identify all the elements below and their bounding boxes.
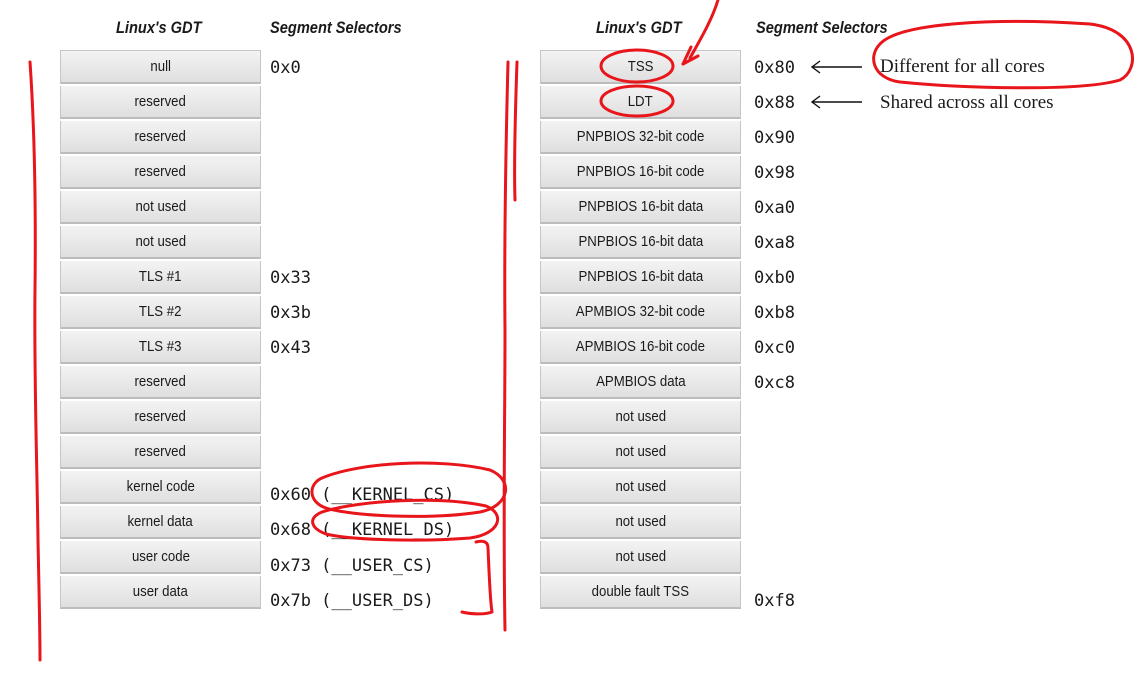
gdt-entry: TLS #2 <box>60 296 261 329</box>
gdt-entry: APMBIOS data <box>540 366 741 399</box>
ldt-note: Shared across all cores <box>880 92 1054 113</box>
gdt-entry: not used <box>540 506 741 539</box>
gdt-entry: reserved <box>60 436 261 469</box>
left-selector: 0x60 (__KERNEL_CS) <box>270 484 455 505</box>
right-gdt-table: TSS LDT PNPBIOS 32-bit code PNPBIOS 16-b… <box>540 50 741 611</box>
gdt-entry: reserved <box>60 86 261 119</box>
right-selector: 0x98 <box>754 162 795 183</box>
right-selector: 0xb8 <box>754 302 795 323</box>
left-selector: 0x73 (__USER_CS) <box>270 555 434 576</box>
gdt-entry: not used <box>60 191 261 224</box>
right-gdt-header: Linux's GDT <box>596 18 682 37</box>
left-selector: 0x3b <box>270 302 311 323</box>
gdt-entry: TSS <box>540 51 741 84</box>
left-selector: 0x68 (__KERNEL_DS) <box>270 519 455 540</box>
left-selector: 0x7b (__USER_DS) <box>270 590 434 611</box>
gdt-entry: PNPBIOS 16-bit code <box>540 156 741 189</box>
gdt-entry: user data <box>60 576 261 609</box>
gdt-entry: LDT <box>540 86 741 119</box>
gdt-entry: PNPBIOS 32-bit code <box>540 121 741 154</box>
right-selector: 0xa0 <box>754 197 795 218</box>
gdt-entry: not used <box>60 226 261 259</box>
left-gdt-header: Linux's GDT <box>116 18 202 37</box>
gdt-entry: user code <box>60 541 261 574</box>
right-bracket-line <box>513 60 519 202</box>
right-selector: 0xc0 <box>754 337 795 358</box>
left-gdt-table: null reserved reserved reserved not used… <box>60 50 261 611</box>
gdt-entry: kernel data <box>60 506 261 539</box>
gdt-entry: not used <box>540 471 741 504</box>
gdt-entry: not used <box>540 436 741 469</box>
gdt-entry: reserved <box>60 401 261 434</box>
middle-bracket-line <box>502 60 510 632</box>
gdt-entry: reserved <box>60 156 261 189</box>
gdt-entry: TLS #1 <box>60 261 261 294</box>
gdt-entry: APMBIOS 16-bit code <box>540 331 741 364</box>
gdt-entry: null <box>60 51 261 84</box>
right-selector: 0x80 <box>754 57 795 78</box>
left-selector: 0x43 <box>270 337 311 358</box>
user-segments-bracket <box>460 539 494 616</box>
left-selector: 0x33 <box>270 267 311 288</box>
gdt-entry: TLS #3 <box>60 331 261 364</box>
left-selector: 0x0 <box>270 57 301 78</box>
tss-note: Different for all cores <box>880 56 1045 77</box>
right-selector: 0xf8 <box>754 590 795 611</box>
gdt-entry: PNPBIOS 16-bit data <box>540 191 741 224</box>
right-selector: 0x88 <box>754 92 795 113</box>
gdt-entry: kernel code <box>60 471 261 504</box>
right-selectors-header: Segment Selectors <box>756 18 888 37</box>
gdt-entry: reserved <box>60 121 261 154</box>
gdt-entry: double fault TSS <box>540 576 741 609</box>
left-bracket-line <box>28 60 42 662</box>
gdt-entry: not used <box>540 401 741 434</box>
gdt-entry: reserved <box>60 366 261 399</box>
left-selectors-header: Segment Selectors <box>270 18 402 37</box>
right-selector: 0xc8 <box>754 372 795 393</box>
gdt-entry: not used <box>540 541 741 574</box>
gdt-entry: PNPBIOS 16-bit data <box>540 226 741 259</box>
right-selector: 0xa8 <box>754 232 795 253</box>
gdt-entry: APMBIOS 32-bit code <box>540 296 741 329</box>
gdt-entry: PNPBIOS 16-bit data <box>540 261 741 294</box>
right-selector: 0x90 <box>754 127 795 148</box>
ldt-arrowhead-icon <box>810 95 821 109</box>
tss-arrowhead-icon <box>810 60 821 74</box>
right-selector: 0xb0 <box>754 267 795 288</box>
